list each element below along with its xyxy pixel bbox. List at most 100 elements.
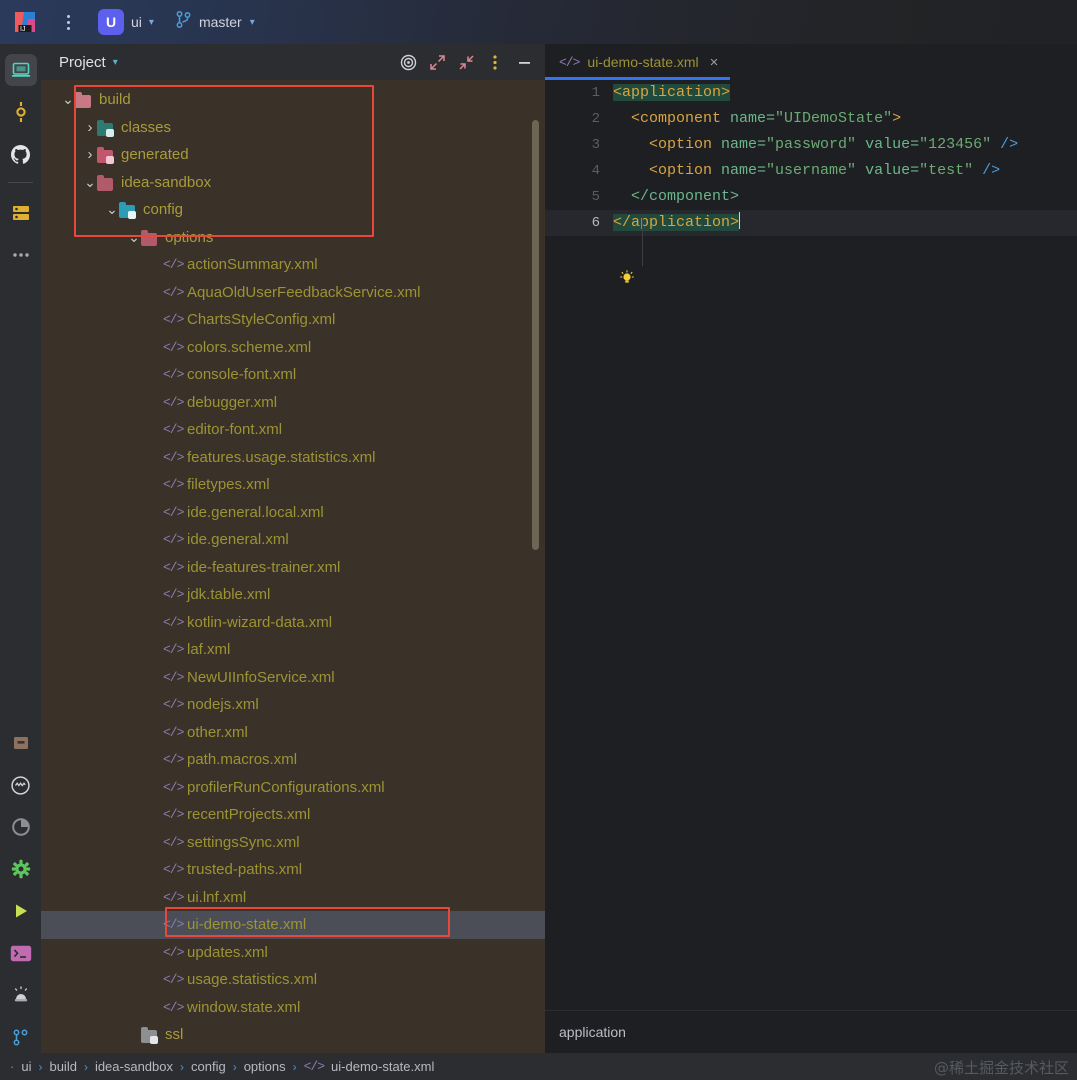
expand-all-button[interactable] xyxy=(424,49,450,75)
sidebar-item-run[interactable] xyxy=(5,895,37,927)
tree-folder-row[interactable]: ⌄ build xyxy=(41,86,545,114)
xml-file-icon: </> xyxy=(163,394,184,410)
tree-node-label: classes xyxy=(121,118,172,136)
sidebar-item-commit[interactable] xyxy=(5,96,37,128)
sidebar-item-project[interactable] xyxy=(4,54,37,86)
tree-indent-spacer: · xyxy=(149,506,163,518)
tree-file-row[interactable]: ·</>ide.general.xml xyxy=(41,526,545,554)
circle-wave-icon xyxy=(11,775,30,795)
sidebar-item-github[interactable] xyxy=(5,138,37,170)
tree-file-row[interactable]: ·</>NewUIInfoService.xml xyxy=(41,664,545,692)
project-selector[interactable]: U ui ▾ xyxy=(98,9,154,35)
tree-indent-spacer: · xyxy=(149,369,163,381)
tree-file-row[interactable]: ·</>console-font.xml xyxy=(41,361,545,389)
tree-folder-row[interactable]: ⌄ options xyxy=(41,224,545,252)
tree-file-row[interactable]: ·</>ide.general.local.xml xyxy=(41,499,545,527)
chevron-down-icon[interactable]: ⌄ xyxy=(83,174,97,191)
tree-file-row[interactable]: ·</>jdk.table.xml xyxy=(41,581,545,609)
breadcrumb-item-idea-sandbox[interactable]: idea-sandbox xyxy=(95,1059,173,1074)
tree-node-label: profilerRunConfigurations.xml xyxy=(187,778,385,796)
xml-file-icon: </> xyxy=(163,944,184,960)
breadcrumb-item-config[interactable]: config xyxy=(191,1059,226,1074)
select-opened-file-button[interactable] xyxy=(395,49,421,75)
project-options-button[interactable] xyxy=(482,49,508,75)
status-bar: · ui › build › idea-sandbox › config › o… xyxy=(0,1053,1077,1080)
breadcrumb-item-options[interactable]: options xyxy=(244,1059,286,1074)
tree-node-label: ssl xyxy=(165,1026,184,1044)
main-menu-dots-icon[interactable] xyxy=(60,14,76,30)
project-tree-scrollbar[interactable] xyxy=(532,120,539,550)
sidebar-item-notifications[interactable] xyxy=(5,979,37,1011)
breadcrumb-item-file[interactable]: ui-demo-state.xml xyxy=(331,1059,434,1074)
tree-file-row[interactable]: ·</>features.usage.statistics.xml xyxy=(41,444,545,472)
intellij-idea-logo-icon[interactable]: IJ xyxy=(12,9,38,35)
tree-file-row[interactable]: ·</>ide-features-trainer.xml xyxy=(41,554,545,582)
breadcrumb-item-ui[interactable]: ui xyxy=(21,1059,31,1074)
tree-folder-row[interactable]: › classes xyxy=(41,114,545,142)
sidebar-item-profiler[interactable] xyxy=(5,811,37,843)
tree-file-row[interactable]: ·</>ui-demo-state.xml xyxy=(41,911,545,939)
sidebar-item-terminal[interactable] xyxy=(5,937,37,969)
chevron-right-icon: › xyxy=(292,1059,297,1074)
xml-file-icon: </> xyxy=(163,697,184,713)
chevron-down-icon[interactable]: ⌄ xyxy=(127,229,141,246)
hide-panel-button[interactable] xyxy=(511,49,537,75)
editor-gutter[interactable]: 1 2 3 4 5 6 xyxy=(545,80,613,1010)
tree-file-row[interactable]: ·</>actionSummary.xml xyxy=(41,251,545,279)
tree-file-row[interactable]: ·</>AquaOldUserFeedbackService.xml xyxy=(41,279,545,307)
folder-icon xyxy=(119,202,136,220)
tree-file-row[interactable]: ·</>editor-font.xml xyxy=(41,416,545,444)
chevron-right-icon[interactable]: › xyxy=(83,119,97,136)
chevron-down-icon[interactable]: ⌄ xyxy=(105,201,119,218)
tree-file-row[interactable]: ·</>laf.xml xyxy=(41,636,545,664)
close-icon[interactable]: × xyxy=(710,54,719,71)
tree-file-row[interactable]: ·</>other.xml xyxy=(41,719,545,747)
tree-file-row[interactable]: ·</>nodejs.xml xyxy=(41,691,545,719)
editor-breadcrumb-element[interactable]: application xyxy=(559,1024,626,1040)
chevron-right-icon[interactable]: › xyxy=(83,146,97,163)
branch-selector[interactable]: master ▾ xyxy=(176,11,255,33)
sidebar-item-database[interactable] xyxy=(5,197,37,229)
tree-folder-row[interactable]: · ssl xyxy=(41,1021,545,1049)
tree-file-row[interactable]: ·</>path.macros.xml xyxy=(41,746,545,774)
tree-file-row[interactable]: ·</>recentProjects.xml xyxy=(41,801,545,829)
tree-folder-row[interactable]: ⌄ idea-sandbox xyxy=(41,169,545,197)
xml-file-icon: </> xyxy=(163,284,184,300)
lightbulb-icon[interactable] xyxy=(619,270,635,286)
code-line-4: <option name="username" value="test" /> xyxy=(613,158,1077,184)
code-editor[interactable]: 1 2 3 4 5 6 <application> <component nam… xyxy=(545,80,1077,1010)
tree-indent-spacer: · xyxy=(149,726,163,738)
tree-file-row[interactable]: ·</>usage.statistics.xml xyxy=(41,966,545,994)
chevron-down-icon[interactable]: ⌄ xyxy=(61,91,75,108)
tree-file-row[interactable]: ·</>kotlin-wizard-data.xml xyxy=(41,609,545,637)
editor-tab-ui-demo-state[interactable]: </> ui-demo-state.xml × xyxy=(545,44,731,80)
tree-folder-row[interactable]: › generated xyxy=(41,141,545,169)
sidebar-item-settings-sync[interactable] xyxy=(5,853,37,885)
code-lines[interactable]: <application> <component name="UIDemoSta… xyxy=(613,80,1077,236)
tree-file-row[interactable]: ·</>filetypes.xml xyxy=(41,471,545,499)
tree-file-row[interactable]: ·</>trusted-paths.xml xyxy=(41,856,545,884)
code-token: /> xyxy=(991,136,1019,153)
tree-file-row[interactable]: ·</>settingsSync.xml xyxy=(41,829,545,857)
sidebar-item-version-control[interactable] xyxy=(5,1021,37,1053)
sidebar-item-more[interactable] xyxy=(5,239,37,271)
tree-file-row[interactable]: ·</>debugger.xml xyxy=(41,389,545,417)
sidebar-item-package[interactable] xyxy=(5,727,37,759)
tree-file-row[interactable]: ·</>colors.scheme.xml xyxy=(41,334,545,362)
sidebar-item-problems[interactable] xyxy=(5,769,37,801)
tree-node-label: jdk.table.xml xyxy=(187,586,271,604)
collapse-all-button[interactable] xyxy=(453,49,479,75)
tree-folder-row[interactable]: ⌄ config xyxy=(41,196,545,224)
tree-file-row[interactable]: ·</>profilerRunConfigurations.xml xyxy=(41,774,545,802)
tree-file-row[interactable]: ·</>ChartsStyleConfig.xml xyxy=(41,306,545,334)
folder-icon xyxy=(141,1027,158,1045)
tree-file-row[interactable]: ·</>updates.xml xyxy=(41,939,545,967)
minimize-dash-icon xyxy=(518,61,530,64)
chevron-down-icon[interactable]: ▾ xyxy=(113,57,118,68)
breadcrumb-item-build[interactable]: build xyxy=(49,1059,76,1074)
editor-area: </> ui-demo-state.xml × 1 2 3 4 5 6 <app… xyxy=(545,44,1077,1053)
pie-chart-icon xyxy=(11,818,30,836)
tree-file-row[interactable]: ·</>ui.lnf.xml xyxy=(41,884,545,912)
tree-file-row[interactable]: ·</>window.state.xml xyxy=(41,994,545,1022)
project-file-tree[interactable]: ⌄ build › classes › generated ⌄ idea-sandbox ⌄ co… xyxy=(41,80,545,1053)
